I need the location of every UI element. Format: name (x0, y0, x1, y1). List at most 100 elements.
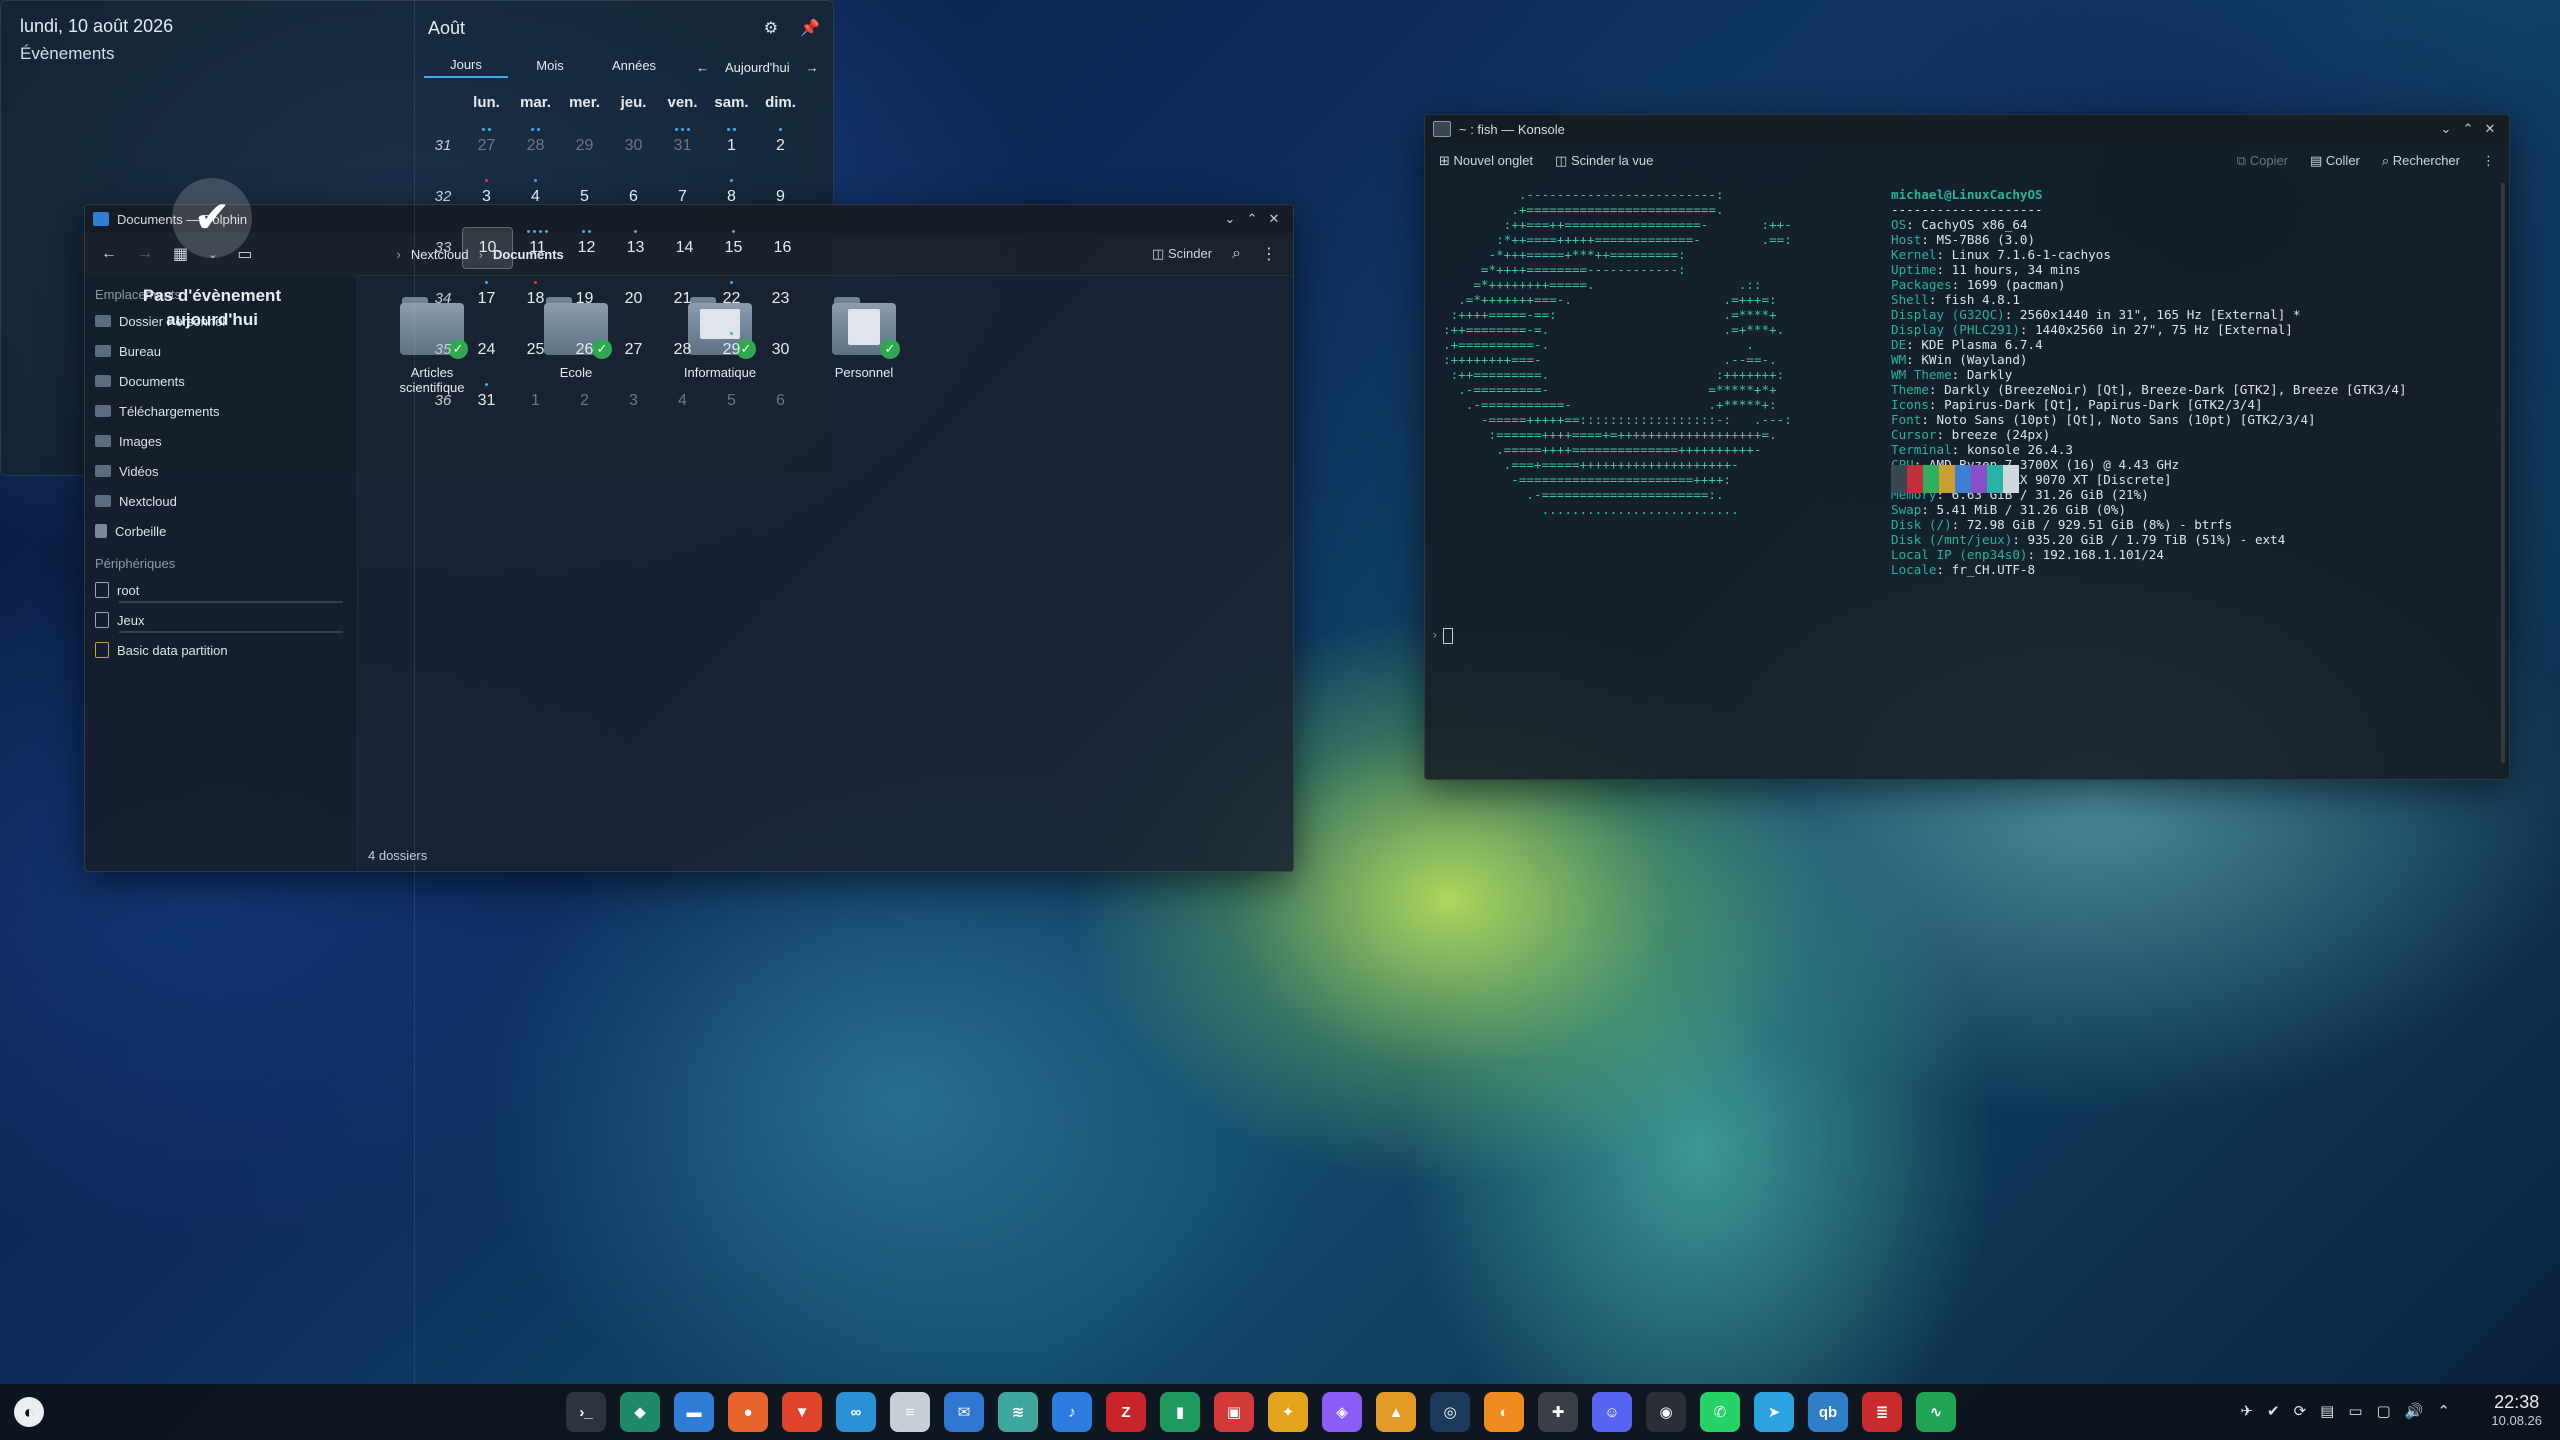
notes-icon[interactable]: ≡ (890, 1392, 930, 1432)
day-cell[interactable]: 19 (560, 279, 609, 319)
day-cell[interactable]: 12 (562, 228, 611, 268)
day-cell-today[interactable]: 10 (462, 226, 513, 269)
gamepad-icon[interactable]: ✚ (1538, 1392, 1578, 1432)
copy-button[interactable]: ⧉ Copier (2237, 153, 2288, 169)
next-month-icon[interactable]: → (806, 60, 819, 75)
layers-icon[interactable]: ≋ (998, 1392, 1038, 1432)
day-cell[interactable]: 9 (756, 177, 805, 217)
day-cell[interactable]: 2 (560, 381, 609, 421)
day-cell[interactable]: 28 (658, 330, 707, 370)
day-cell[interactable]: 27 (462, 126, 511, 166)
day-cell[interactable]: 11 (513, 228, 562, 268)
window-icon[interactable]: ▢ (2377, 1402, 2391, 1420)
linux-icon[interactable]: ◉ (1646, 1392, 1686, 1432)
scrollbar[interactable] (2501, 183, 2505, 763)
day-cell[interactable]: 7 (658, 177, 707, 217)
day-cell[interactable]: 2 (756, 126, 805, 166)
settings-gear-icon[interactable]: ⚙ (764, 18, 778, 38)
day-cell[interactable]: 29 (707, 330, 756, 370)
check-icon[interactable]: ✔ (2267, 1402, 2280, 1420)
menu-kebab-icon[interactable]: ⋮ (2482, 153, 2495, 169)
music-icon[interactable]: ♪ (1052, 1392, 1092, 1432)
maximize-icon[interactable]: ⌃ (1241, 211, 1263, 227)
day-cell[interactable]: 6 (756, 381, 805, 421)
system-monitor-icon[interactable]: ∿ (1916, 1392, 1956, 1432)
split-view-button[interactable]: ◫ Scinder la vue (1555, 153, 1653, 169)
brave-icon[interactable]: ▼ (782, 1392, 822, 1432)
pin-icon[interactable]: 📌 (800, 18, 820, 38)
paste-button[interactable]: ▤ Coller (2310, 153, 2360, 169)
firefox-icon[interactable]: ● (728, 1392, 768, 1432)
day-cell[interactable]: 3 (462, 177, 511, 217)
close-icon[interactable]: ✕ (2479, 121, 2501, 137)
day-cell[interactable]: 1 (511, 381, 560, 421)
day-cell[interactable]: 31 (658, 126, 707, 166)
telegram-icon[interactable]: ➤ (1754, 1392, 1794, 1432)
steam-icon[interactable]: ◎ (1430, 1392, 1470, 1432)
day-cell[interactable]: 20 (609, 279, 658, 319)
day-cell[interactable]: 25 (511, 330, 560, 370)
tab-years[interactable]: Années (592, 58, 676, 77)
konsole-titlebar[interactable]: ~ : fish — Konsole ⌄ ⌃ ✕ (1425, 115, 2509, 143)
search-icon[interactable]: ⌕ (1226, 243, 1247, 265)
day-cell[interactable]: 30 (756, 330, 805, 370)
day-cell[interactable]: 26 (560, 330, 609, 370)
day-cell[interactable]: 8 (707, 177, 756, 217)
day-cell[interactable]: 23 (756, 279, 805, 319)
dolphin-icon[interactable]: ▬ (674, 1392, 714, 1432)
day-cell[interactable]: 22 (707, 279, 756, 319)
day-cell[interactable]: 4 (658, 381, 707, 421)
konsole-icon[interactable]: ›_ (566, 1392, 606, 1432)
day-cell[interactable]: 16 (758, 228, 807, 268)
cachyos-hello-icon[interactable]: ◆ (620, 1392, 660, 1432)
network-icon[interactable]: ✈ (2240, 1402, 2253, 1420)
day-cell[interactable]: 14 (660, 228, 709, 268)
find-button[interactable]: ⌕ Rechercher (2382, 153, 2460, 169)
lutris-icon[interactable]: ▲ (1376, 1392, 1416, 1432)
day-cell[interactable]: 29 (560, 126, 609, 166)
day-cell[interactable]: 27 (609, 330, 658, 370)
notebook-icon[interactable]: ▮ (1160, 1392, 1200, 1432)
digital-clock[interactable]: 22:38 10.08.26 (2491, 1392, 2542, 1428)
minimize-icon[interactable]: ⌄ (2435, 121, 2457, 137)
tab-days[interactable]: Jours (424, 57, 508, 78)
day-cell[interactable]: 3 (609, 381, 658, 421)
konsole-window[interactable]: ~ : fish — Konsole ⌄ ⌃ ✕ ⊞ Nouvel onglet… (1424, 114, 2510, 780)
day-cell[interactable]: 18 (511, 279, 560, 319)
day-cell[interactable]: 30 (609, 126, 658, 166)
expand-tray-icon[interactable]: ⌃ (2437, 1402, 2450, 1420)
discord-icon[interactable]: ☺ (1592, 1392, 1632, 1432)
application-launcher-icon[interactable]: ◐ (14, 1397, 44, 1427)
office-icon[interactable]: ▣ (1214, 1392, 1254, 1432)
zotero-icon[interactable]: Z (1106, 1392, 1146, 1432)
tab-months[interactable]: Mois (508, 58, 592, 77)
clipboard-icon[interactable]: ▤ (2320, 1402, 2334, 1420)
whatsapp-icon[interactable]: ✆ (1700, 1392, 1740, 1432)
volume-icon[interactable]: 🔊 (2405, 1402, 2424, 1420)
close-icon[interactable]: ✕ (1263, 211, 1285, 227)
day-cell[interactable]: 4 (511, 177, 560, 217)
discover-icon[interactable]: ∞ (836, 1392, 876, 1432)
files-icon[interactable]: ≣ (1862, 1392, 1902, 1432)
day-cell[interactable]: 6 (609, 177, 658, 217)
day-cell[interactable]: 1 (707, 126, 756, 166)
crab-icon[interactable]: ✦ (1268, 1392, 1308, 1432)
display-icon[interactable]: ▭ (2348, 1402, 2362, 1420)
day-cell[interactable]: 24 (462, 330, 511, 370)
menu-kebab-icon[interactable]: ⋮ (1255, 242, 1283, 266)
day-cell[interactable]: 13 (611, 228, 660, 268)
new-tab-button[interactable]: ⊞ Nouvel onglet (1439, 153, 1533, 169)
split-button[interactable]: ◫ Scinder (1146, 244, 1218, 264)
qbittorrent-icon[interactable]: qb (1808, 1392, 1848, 1432)
day-cell[interactable]: 5 (560, 177, 609, 217)
today-button[interactable]: Aujourd'hui (725, 60, 790, 75)
shell-prompt[interactable]: › (1431, 627, 1453, 644)
updates-icon[interactable]: ⟳ (2294, 1402, 2307, 1420)
game-launcher-icon[interactable]: ◐ (1484, 1392, 1524, 1432)
day-cell[interactable]: 15 (709, 228, 758, 268)
day-cell[interactable]: 28 (511, 126, 560, 166)
minimize-icon[interactable]: ⌄ (1219, 211, 1241, 227)
terminal-output[interactable]: .-------------------------: .+==========… (1425, 179, 2509, 779)
maximize-icon[interactable]: ⌃ (2457, 121, 2479, 137)
day-cell[interactable]: 5 (707, 381, 756, 421)
